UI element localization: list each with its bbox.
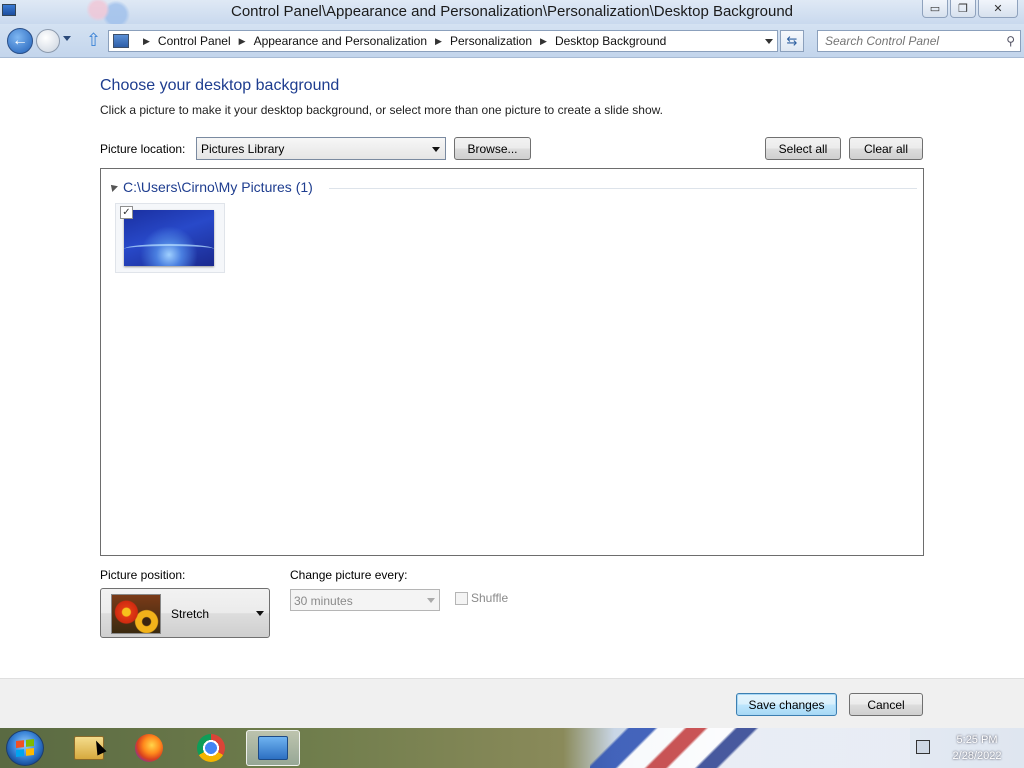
change-picture-select[interactable]: 30 minutes	[290, 589, 440, 611]
clear-all-button[interactable]: Clear all	[849, 137, 923, 160]
window-title: Control Panel\Appearance and Personaliza…	[230, 3, 794, 20]
forward-button[interactable]	[36, 29, 60, 53]
page-title: Choose your desktop background	[100, 77, 340, 94]
minimize-button[interactable]: ▭	[922, 0, 948, 18]
address-bar[interactable]: ▶ Control Panel ▶ Appearance and Persona…	[108, 30, 778, 52]
picture-position-select[interactable]: Stretch	[100, 588, 270, 638]
control-panel-icon	[113, 34, 129, 48]
refresh-icon: ⇆	[786, 33, 798, 48]
shuffle-checkbox-box[interactable]	[455, 591, 468, 605]
back-button[interactable]: ←	[7, 28, 33, 54]
search-icon[interactable]: ⚲	[1006, 34, 1015, 48]
page-description: Click a picture to make it your desktop …	[100, 103, 663, 117]
change-picture-label: Change picture every:	[290, 568, 408, 582]
chevron-down-icon	[427, 598, 435, 603]
breadcrumb-appearance[interactable]: Appearance and Personalization	[254, 34, 427, 48]
taskbar-firefox[interactable]	[122, 730, 176, 766]
clock-date: 2/28/2022	[952, 750, 1002, 762]
up-arrow-icon[interactable]: ⇧	[86, 30, 101, 51]
refresh-button[interactable]: ⇆	[780, 30, 804, 52]
history-dropdown-icon[interactable]	[63, 36, 71, 41]
start-button[interactable]	[6, 730, 44, 766]
picture-position-value: Stretch	[171, 607, 210, 621]
group-header[interactable]: C:\Users\Cirno\My Pictures (1)	[108, 179, 313, 195]
save-changes-button[interactable]: Save changes	[736, 693, 837, 716]
clock-time: 5:25 PM	[956, 734, 998, 746]
chevron-right-icon[interactable]: ▶	[540, 36, 547, 47]
shuffle-label: Shuffle	[471, 591, 509, 605]
picture-thumbnail[interactable]: ✓	[115, 203, 225, 273]
group-divider	[329, 188, 917, 189]
close-icon: ✕	[993, 3, 1003, 15]
chevron-down-icon	[432, 147, 440, 152]
back-arrow-icon: ←	[12, 32, 28, 49]
select-all-button[interactable]: Select all	[765, 137, 841, 160]
wallpaper-image	[124, 210, 214, 266]
picture-list[interactable]: C:\Users\Cirno\My Pictures (1) ✓	[100, 168, 924, 556]
picture-location-value: Pictures Library	[201, 142, 285, 156]
picture-location-label: Picture location:	[100, 142, 186, 156]
navigation-bar: ← ⇧ ▶ Control Panel ▶ Appearance and Per…	[0, 24, 1024, 58]
system-clock[interactable]: 5:25 PM 2/28/2022	[944, 732, 1010, 764]
chevron-right-icon[interactable]: ▶	[143, 36, 150, 47]
picture-position-label: Picture position:	[100, 568, 186, 582]
position-preview-image	[111, 594, 161, 634]
cancel-button[interactable]: Cancel	[849, 693, 923, 716]
minimize-icon: ▭	[929, 3, 941, 15]
thumbnail-checkbox[interactable]: ✓	[120, 206, 133, 219]
footer-bar: Save changes Cancel	[0, 678, 1024, 728]
taskbar-explorer[interactable]	[62, 730, 116, 766]
address-dropdown-icon[interactable]	[765, 39, 773, 44]
title-bar: Control Panel\Appearance and Personaliza…	[0, 0, 1024, 24]
search-box[interactable]: ⚲	[817, 30, 1021, 52]
main-content: Choose your desktop background Click a p…	[0, 59, 1024, 678]
taskbar-chrome[interactable]	[184, 730, 238, 766]
restore-button[interactable]: ❐	[950, 0, 976, 18]
breadcrumb-personalization[interactable]: Personalization	[450, 34, 532, 48]
shuffle-checkbox[interactable]: Shuffle	[455, 591, 508, 605]
collapse-icon[interactable]	[108, 182, 118, 192]
chevron-right-icon[interactable]: ▶	[435, 36, 442, 47]
wallpaper-art	[590, 728, 910, 768]
network-icon[interactable]	[916, 740, 930, 754]
breadcrumb-desktop-background[interactable]: Desktop Background	[555, 34, 666, 48]
group-header-label: C:\Users\Cirno\My Pictures (1)	[123, 179, 313, 195]
window-controls: ▭ ❐ ✕	[922, 0, 1018, 18]
firefox-icon	[135, 734, 163, 762]
chevron-right-icon[interactable]: ▶	[239, 36, 246, 47]
close-button[interactable]: ✕	[978, 0, 1018, 18]
taskbar	[0, 728, 1024, 768]
search-input[interactable]	[818, 31, 998, 51]
browse-button[interactable]: Browse...	[454, 137, 531, 160]
control-panel-icon	[258, 736, 288, 760]
picture-location-select[interactable]: Pictures Library	[196, 137, 446, 160]
restore-icon: ❐	[958, 3, 968, 15]
chevron-down-icon	[256, 611, 264, 616]
chrome-icon	[197, 734, 225, 762]
windows-logo-icon	[16, 739, 34, 757]
taskbar-control-panel[interactable]	[246, 730, 300, 766]
change-picture-value: 30 minutes	[294, 594, 353, 608]
breadcrumb-control-panel[interactable]: Control Panel	[158, 34, 231, 48]
